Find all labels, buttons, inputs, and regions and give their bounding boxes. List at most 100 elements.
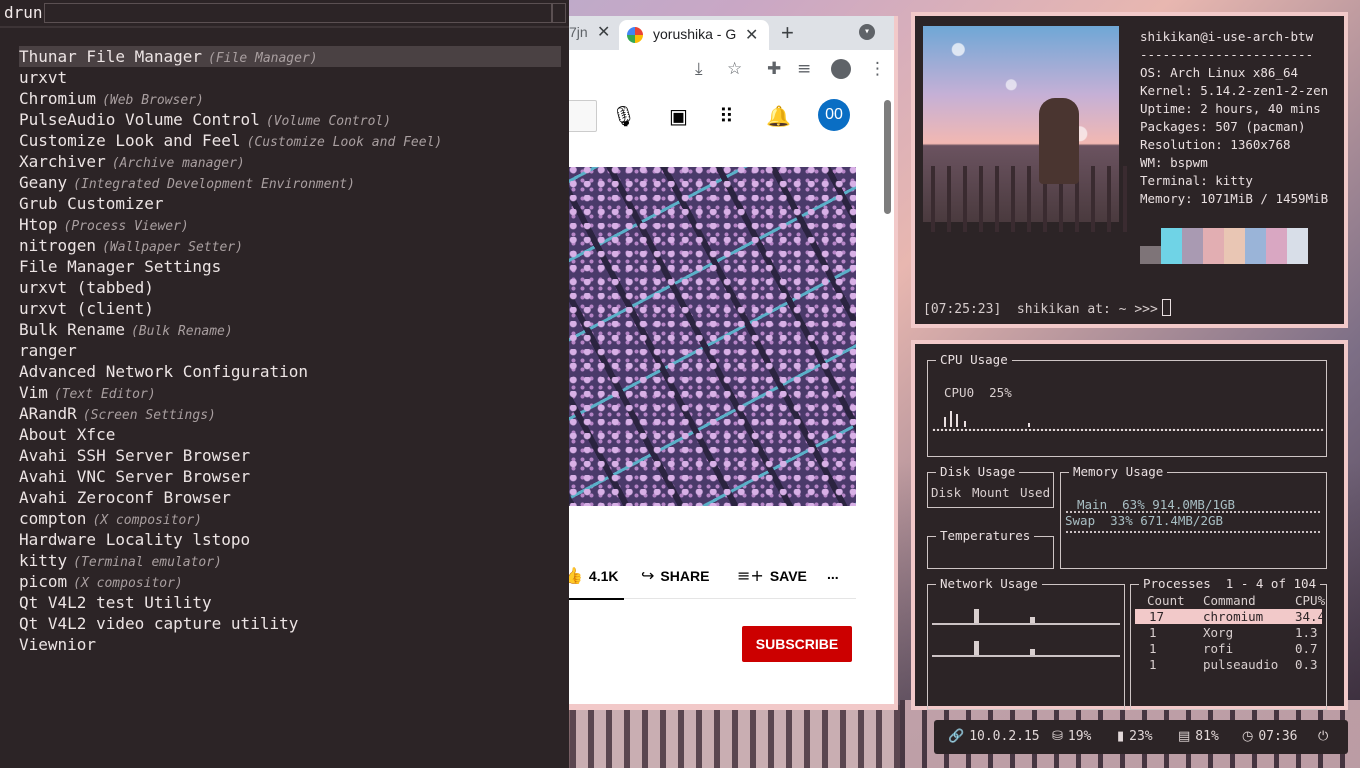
rofi-entry[interactable]: File Manager Settings (19, 256, 561, 277)
process-row[interactable]: 1 Xorg 1.3 (1135, 625, 1322, 640)
shell-prompt: [07:25:23] shikikan at: ~ >>> (923, 299, 1171, 317)
memory-usage-panel: Memory Usage Main 63% 914.0MB/1GB Swap 3… (1060, 464, 1327, 569)
rofi-entry[interactable]: picom (X compositor) (19, 571, 561, 592)
rofi-entry[interactable]: Avahi VNC Server Browser (19, 466, 561, 487)
rofi-entry[interactable]: urxvt (client) (19, 298, 561, 319)
extensions-icon[interactable]: ✚ (767, 59, 781, 79)
rofi-entry[interactable]: ranger (19, 340, 561, 361)
rofi-entry[interactable]: Qt V4L2 test Utility (19, 592, 561, 613)
rofi-entry[interactable]: Htop (Process Viewer) (19, 214, 561, 235)
neofetch-info-line: Terminal: kitty (1140, 173, 1253, 188)
rofi-entry-description: (Wallpaper Setter) (102, 240, 243, 255)
apps-grid-icon[interactable]: ⠿ (719, 104, 734, 128)
rofi-entry-name: Avahi VNC Server Browser (19, 467, 251, 486)
save-button[interactable]: ≡+ SAVE (737, 566, 807, 585)
rofi-entry-name: Viewnior (19, 635, 97, 654)
more-actions-button[interactable]: ... (827, 566, 839, 582)
rofi-entry[interactable]: Geany (Integrated Development Environment… (19, 172, 561, 193)
rofi-entry-name: Avahi SSH Server Browser (19, 446, 251, 465)
rofi-search-input[interactable] (44, 3, 552, 23)
subscribe-button[interactable]: SUBSCRIBE (742, 626, 852, 662)
disk-usage-title: Disk Usage (936, 464, 1020, 479)
rofi-entry[interactable]: kitty (Terminal emulator) (19, 550, 561, 571)
tab-search-icon[interactable]: ▾ (859, 24, 875, 40)
processes-panel: Processes 1 - 4 of 104 Count Command CPU… (1130, 576, 1327, 710)
power-icon: ⏻ (1318, 729, 1329, 744)
bookmark-star-icon[interactable]: ☆ (727, 59, 742, 79)
neofetch-info-line: Resolution: 1360x768 (1140, 137, 1291, 152)
rofi-entry[interactable]: Advanced Network Configuration (19, 361, 561, 382)
rofi-entry[interactable]: Bulk Rename (Bulk Rename) (19, 319, 561, 340)
rofi-entry[interactable]: Chromium (Web Browser) (19, 88, 561, 109)
tab-active-title: yorushika - G (653, 26, 737, 42)
rofi-entry-name: Customize Look and Feel (19, 131, 241, 150)
process-row[interactable]: 1 rofi 0.7 (1135, 641, 1322, 656)
process-row[interactable]: 1 pulseaudio 0.3 (1135, 657, 1322, 672)
rofi-entry[interactable]: About Xfce (19, 424, 561, 445)
terminal-content[interactable]: shikikan@i-use-arch-btw ----------------… (915, 16, 1344, 324)
rofi-entry[interactable]: Thunar File Manager (File Manager) (19, 46, 561, 67)
rofi-entry-name: Vim (19, 383, 48, 402)
notifications-bell-icon[interactable]: 🔔 (766, 104, 791, 128)
process-cpu: 34.4 (1295, 609, 1326, 624)
new-tab-button[interactable]: + (781, 20, 794, 46)
network-upload-graph (932, 655, 1120, 657)
processes-header: Count Command CPU% (1147, 593, 1326, 608)
power-button[interactable]: ⏻ (1318, 729, 1333, 744)
color-swatch (1140, 246, 1161, 264)
video-player[interactable] (569, 167, 856, 506)
rofi-entry-description: (Volume Control) (265, 114, 392, 129)
account-avatar[interactable]: 00 (818, 99, 850, 131)
rofi-entry[interactable]: Grub Customizer (19, 193, 561, 214)
process-cmd: rofi (1203, 641, 1234, 656)
rofi-entry[interactable]: Qt V4L2 video capture utility (19, 613, 561, 634)
rofi-entry[interactable]: Xarchiver (Archive manager) (19, 151, 561, 172)
neofetch-info-line: Packages: 507 (pacman) (1140, 119, 1306, 134)
like-button[interactable]: 👍 4.1K (569, 566, 619, 585)
tab-inactive-title[interactable]: 7jn (569, 24, 588, 40)
rofi-entry-name: Advanced Network Configuration (19, 362, 308, 381)
rofi-input-bar: drun (0, 0, 569, 28)
profile-avatar-icon[interactable] (831, 59, 851, 79)
rofi-entry[interactable]: ARandR (Screen Settings) (19, 403, 561, 424)
clock-icon: ◷ (1242, 729, 1254, 744)
rofi-entry-name: File Manager Settings (19, 257, 222, 276)
microphone-icon[interactable]: 🎙 (611, 104, 636, 128)
menu-kebab-icon[interactable]: ⋮ (869, 59, 886, 79)
rofi-entry-name: ranger (19, 341, 77, 360)
process-count: 17 (1149, 609, 1165, 624)
neofetch-separator: ----------------------- (1140, 47, 1314, 62)
rofi-entry[interactable]: Vim (Text Editor) (19, 382, 561, 403)
media-controls-icon[interactable]: ≡ (797, 59, 811, 79)
rofi-entry[interactable]: PulseAudio Volume Control (Volume Control… (19, 109, 561, 130)
color-swatch (1287, 228, 1308, 264)
rofi-entry[interactable]: Hardware Locality lstopo (19, 529, 561, 550)
rofi-entry[interactable]: urxvt (19, 67, 561, 88)
clock-module: ◷ 07:36 (1242, 729, 1298, 744)
system-monitor-window: CPU Usage CPU0 25% Disk Usage Disk Mount… (911, 340, 1348, 710)
rofi-entry[interactable]: Avahi SSH Server Browser (19, 445, 561, 466)
rofi-entry-name: picom (19, 572, 68, 591)
tab-active[interactable]: yorushika - G ✕ (619, 20, 769, 50)
rofi-entry[interactable]: compton (X compositor) (19, 508, 561, 529)
rofi-entry[interactable]: Customize Look and Feel (Customize Look a… (19, 130, 561, 151)
rofi-entry[interactable]: Viewnior (19, 634, 561, 655)
page-scrollbar[interactable] (884, 100, 891, 214)
rofi-entry[interactable]: nitrogen (Wallpaper Setter) (19, 235, 561, 256)
process-row[interactable]: 17 chromium 34.4 (1135, 609, 1326, 624)
like-ratio-bar (569, 598, 624, 600)
rofi-entry[interactable]: urxvt (tabbed) (19, 277, 561, 298)
share-button[interactable]: ↪ SHARE (641, 566, 709, 585)
memory-swap-graph (1065, 531, 1321, 533)
close-tab-icon[interactable]: ✕ (597, 22, 610, 42)
create-video-icon[interactable]: ▣ (669, 104, 688, 128)
close-tab-icon[interactable]: ✕ (745, 25, 758, 45)
rofi-entry-description: (X compositor) (73, 576, 183, 591)
install-app-icon[interactable]: ⤓ (695, 59, 703, 79)
neofetch-header: shikikan@i-use-arch-btw (1140, 29, 1314, 44)
memory-swap: Swap 33% 671.4MB/2GB (1065, 513, 1224, 528)
rofi-entry[interactable]: Avahi Zeroconf Browser (19, 487, 561, 508)
kitty-terminal-window: shikikan@i-use-arch-btw ----------------… (911, 12, 1348, 328)
search-button[interactable] (569, 100, 597, 132)
rofi-entry-name: Chromium (19, 89, 97, 108)
